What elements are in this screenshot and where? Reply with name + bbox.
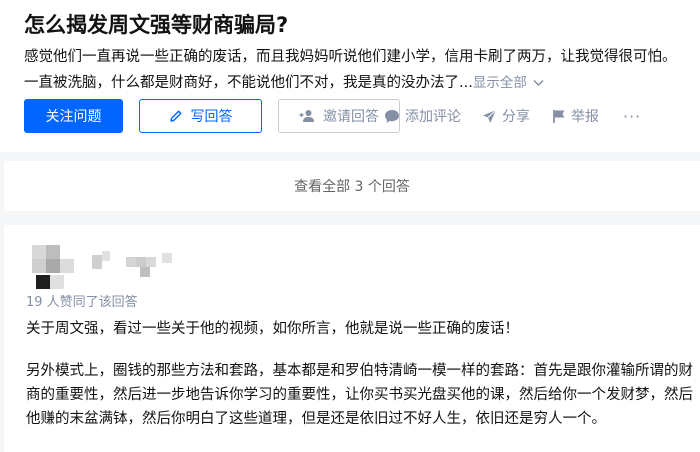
paper-plane-icon bbox=[482, 109, 497, 124]
chevron-down-icon bbox=[533, 70, 544, 96]
report-label: 举报 bbox=[571, 109, 599, 125]
question-header: 怎么揭发周文强等财商骗局? 感觉他们一直再说一些正确的废话，而且我妈妈听说他们建… bbox=[0, 0, 700, 152]
invite-answer-label: 邀请回答 bbox=[323, 109, 379, 125]
answer-paragraph: 另外模式上，圈钱的那些方法和套路，基本都是和罗伯特清崎一模一样的套路：首先是跟你… bbox=[26, 363, 693, 427]
answer-item: 19 人赞同了该回答 关于周文强，看过一些关于他的视频，如你所言，他就是说一些正… bbox=[4, 225, 700, 452]
avatar[interactable] bbox=[32, 245, 78, 291]
report-button[interactable]: 举报 bbox=[552, 99, 599, 133]
add-comment-label: 添加评论 bbox=[405, 109, 461, 125]
add-comment-button[interactable]: 添加评论 bbox=[384, 99, 461, 133]
more-options-button[interactable]: ··· bbox=[623, 99, 641, 133]
answer-paragraph: 关于周文强，看过一些关于他的视频，如你所言，他就是说一些正确的废话！ bbox=[26, 321, 519, 337]
flag-icon bbox=[552, 109, 566, 124]
add-user-icon bbox=[299, 109, 315, 123]
question-description: 感觉他们一直再说一些正确的废话，而且我妈妈听说他们建小学，信用卡刷了两万，让我觉… bbox=[24, 44, 684, 96]
follow-question-label: 关注问题 bbox=[45, 109, 102, 125]
show-all-label: 显示全部 bbox=[472, 75, 527, 91]
follow-question-button[interactable]: 关注问题 bbox=[24, 99, 123, 133]
question-title: 怎么揭发周文强等财商骗局? bbox=[24, 13, 289, 37]
author-name[interactable] bbox=[92, 249, 192, 279]
write-answer-button[interactable]: 写回答 bbox=[139, 99, 262, 133]
pencil-icon bbox=[169, 109, 183, 123]
comment-bubble-icon bbox=[384, 109, 400, 124]
write-answer-label: 写回答 bbox=[190, 109, 233, 125]
upvote-count: 19 人赞同了该回答 bbox=[26, 295, 138, 310]
share-label: 分享 bbox=[502, 109, 530, 125]
share-button[interactable]: 分享 bbox=[482, 99, 530, 133]
show-all-button[interactable]: 显示全部 bbox=[473, 75, 544, 91]
question-description-text: 感觉他们一直再说一些正确的废话，而且我妈妈听说他们建小学，信用卡刷了两万，让我觉… bbox=[24, 49, 677, 91]
invite-answer-button[interactable]: 邀请回答 bbox=[278, 99, 400, 133]
view-all-answers-button[interactable]: 查看全部 3 个回答 bbox=[4, 161, 700, 211]
